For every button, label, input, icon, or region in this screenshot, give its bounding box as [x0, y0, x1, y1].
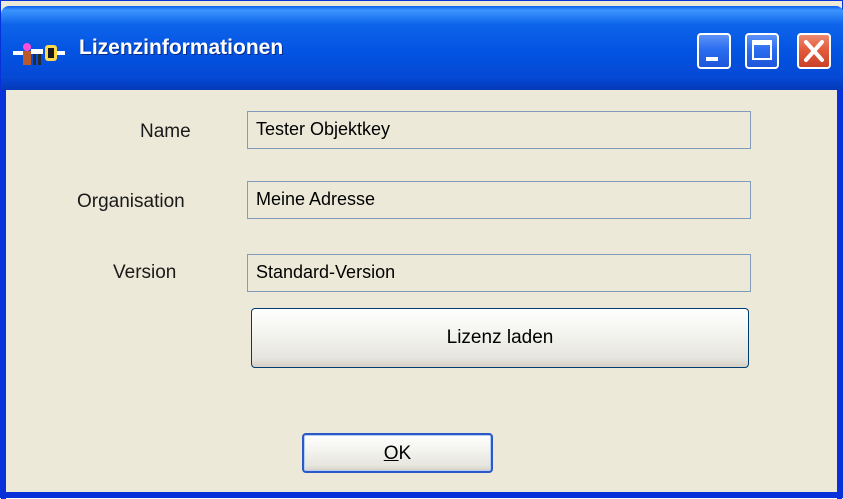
ok-mnemonic: O — [383, 443, 399, 464]
ok-label-rest: K — [398, 443, 412, 464]
window-frame-bottom — [1, 492, 843, 497]
load-license-button[interactable]: Lizenz laden — [251, 308, 749, 368]
maximize-button[interactable] — [745, 33, 779, 69]
close-icon — [804, 40, 824, 62]
license-app-icon — [11, 39, 69, 67]
organisation-label: Organisation — [77, 191, 185, 212]
name-field[interactable]: Tester Objektkey — [247, 111, 751, 149]
window-title: Lizenzinformationen — [79, 36, 284, 59]
license-dialog-window: Lizenzinformationen Name Tester Objektke… — [0, 0, 843, 499]
version-field[interactable]: Standard-Version — [247, 254, 751, 292]
window-frame-right — [837, 90, 842, 499]
minimize-icon — [706, 57, 718, 61]
organisation-field[interactable]: Meine Adresse — [247, 181, 751, 219]
maximize-icon — [752, 40, 772, 60]
name-label: Name — [140, 121, 191, 142]
version-label: Version — [113, 262, 177, 283]
window-frame-left — [1, 90, 6, 499]
close-button[interactable] — [797, 33, 831, 69]
ok-button[interactable]: OK — [302, 433, 493, 473]
title-bar[interactable]: Lizenzinformationen — [1, 6, 843, 90]
minimize-button[interactable] — [697, 33, 731, 69]
